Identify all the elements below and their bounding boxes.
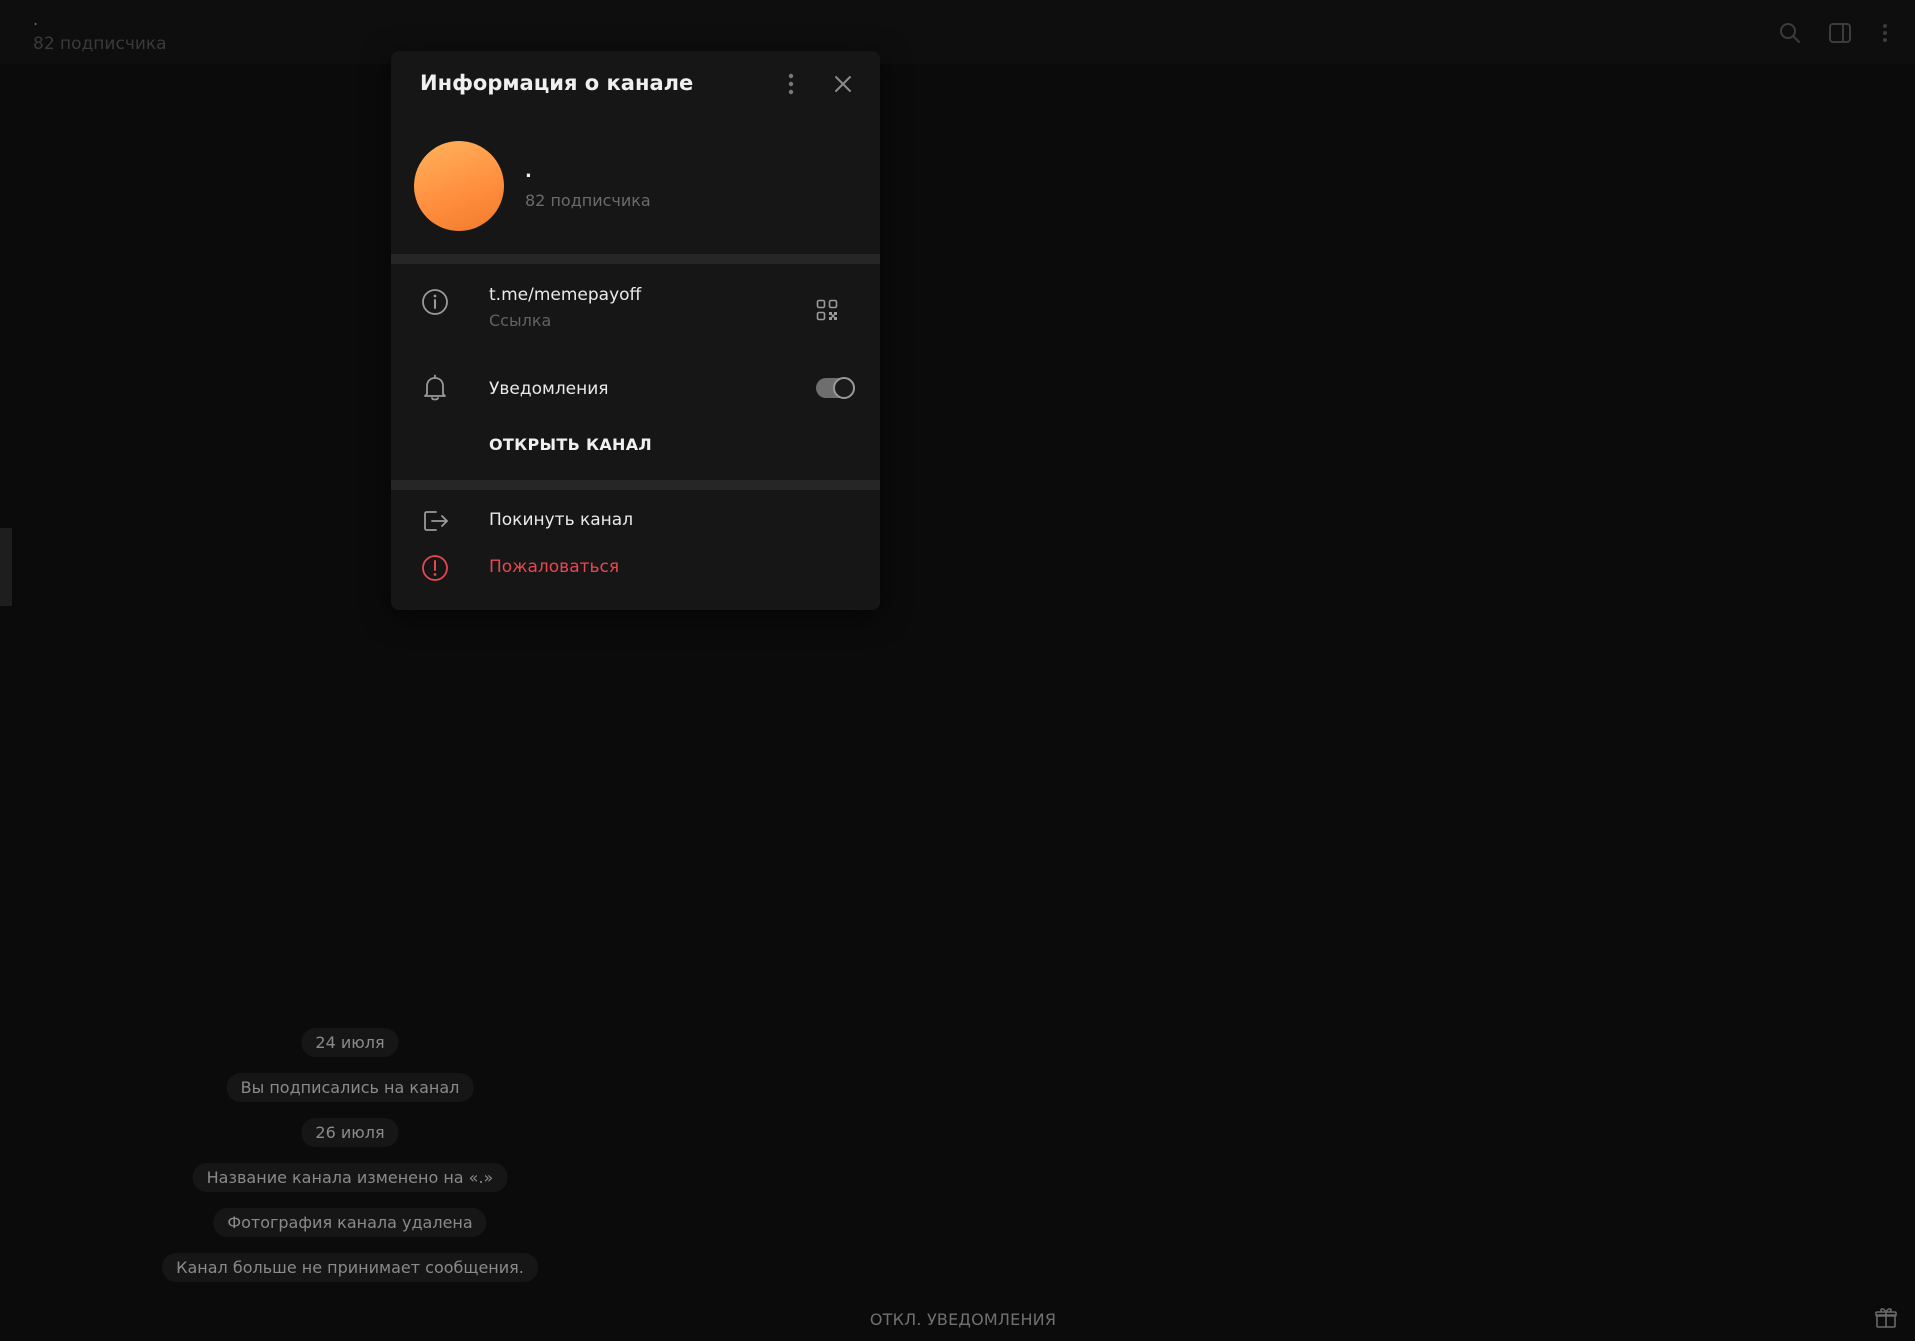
- more-vertical-icon[interactable]: [784, 71, 798, 97]
- gift-icon[interactable]: [1874, 1306, 1898, 1330]
- channel-info-panel: Информация о канале . 82 подписчика t.me…: [391, 51, 880, 610]
- panel-title: Информация о канале: [420, 71, 694, 95]
- search-icon[interactable]: [1777, 20, 1803, 46]
- service-message: Название канала изменено на «.»: [192, 1163, 508, 1192]
- notifications-toggle[interactable]: [816, 377, 855, 399]
- close-icon[interactable]: [834, 75, 852, 93]
- chat-subscribers: 82 подписчика: [33, 34, 167, 54]
- open-channel-button[interactable]: ОТКРЫТЬ КАНАЛ: [489, 435, 652, 454]
- bell-icon: [424, 374, 446, 401]
- service-message: 24 июля: [301, 1028, 399, 1057]
- left-panel-handle[interactable]: [0, 528, 12, 606]
- mute-notifications-button[interactable]: ОТКЛ. УВЕДОМЛЕНИЯ: [870, 1310, 1056, 1329]
- report-icon: [422, 555, 448, 581]
- info-icon: [422, 289, 448, 315]
- notifications-label: Уведомления: [489, 379, 609, 399]
- section-divider: [391, 254, 880, 264]
- service-message: 26 июля: [301, 1118, 399, 1147]
- service-message: Вы подписались на канал: [226, 1073, 474, 1102]
- qr-code-icon[interactable]: [816, 299, 838, 321]
- chat-title: .: [33, 10, 39, 29]
- leave-icon: [424, 511, 448, 531]
- channel-subscribers: 82 подписчика: [525, 191, 651, 210]
- channel-name: .: [525, 161, 532, 182]
- service-message: Фотография канала удалена: [213, 1208, 487, 1237]
- channel-avatar[interactable]: [414, 141, 504, 231]
- channel-link-label: Ссылка: [489, 311, 552, 330]
- chat-header[interactable]: . 82 подписчика: [0, 0, 1915, 64]
- channel-link[interactable]: t.me/memepayoff: [489, 285, 641, 305]
- leave-channel-button[interactable]: Покинуть канал: [489, 510, 633, 530]
- section-divider: [391, 480, 880, 490]
- toggle-knob: [833, 377, 855, 399]
- more-vertical-icon[interactable]: [1872, 20, 1898, 46]
- service-message: Канал больше не принимает сообщения.: [162, 1253, 538, 1282]
- sidebar-toggle-icon[interactable]: [1827, 20, 1853, 46]
- report-button[interactable]: Пожаловаться: [489, 557, 619, 577]
